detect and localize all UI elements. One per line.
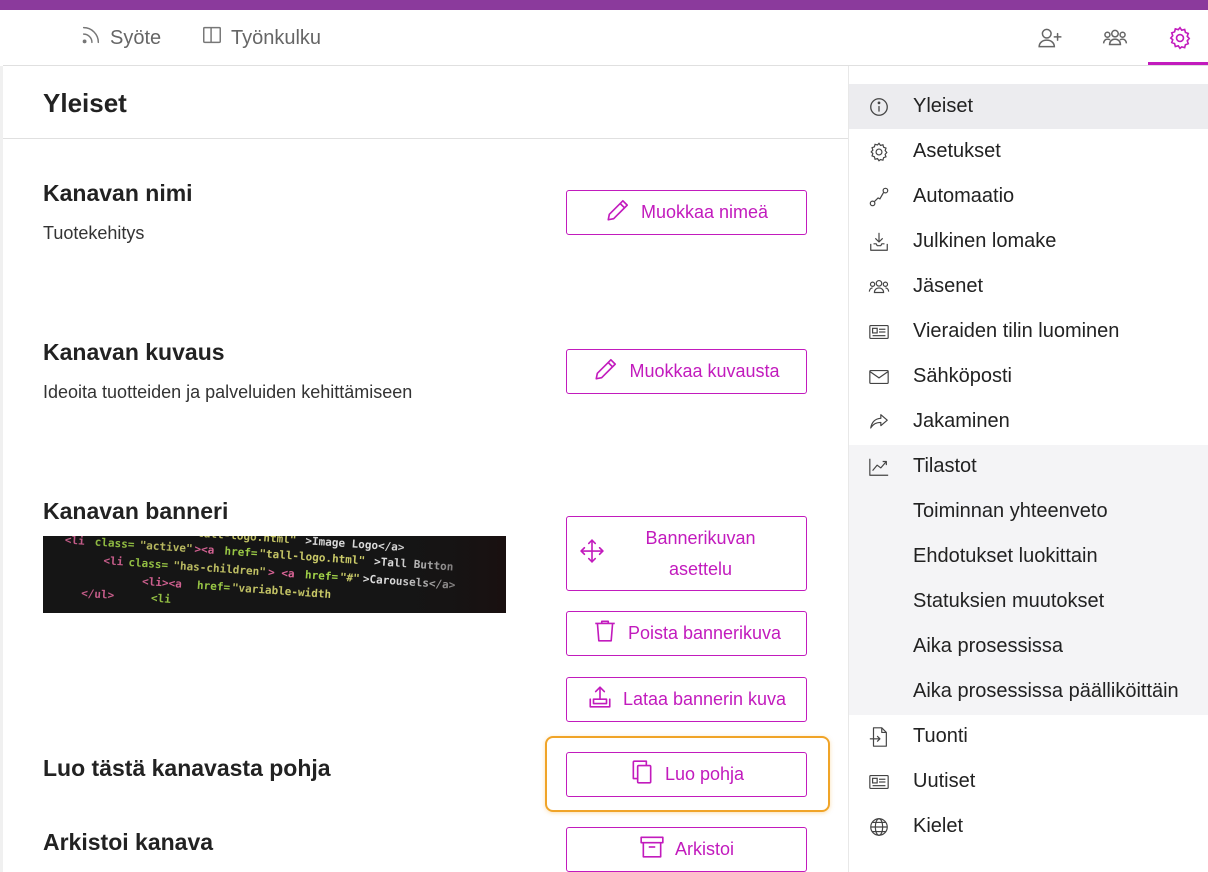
trash-icon: [592, 618, 618, 649]
archive-button[interactable]: Arkistoi: [566, 827, 807, 872]
sidebar-item-label: Tilastot: [913, 455, 977, 477]
sidebar-item-time-in-process[interactable]: Aika prosessissa: [849, 624, 1208, 669]
sidebar-item-label: Jäsenet: [913, 275, 984, 297]
edit-name-label: Muokkaa nimeä: [640, 202, 769, 222]
id-card-icon: [867, 320, 891, 344]
sidebar-item-label: Toiminnan yhteenveto: [913, 500, 1108, 522]
sidebar-item-ideas-by-category[interactable]: Ehdotukset luokittain: [849, 534, 1208, 579]
members-icon: [867, 275, 891, 299]
info-icon: [867, 95, 891, 119]
delete-banner-button[interactable]: Poista bannerikuva: [566, 611, 807, 656]
archive-label: Arkistoi: [674, 839, 734, 859]
copy-icon: [629, 759, 655, 790]
tab-feed-label: Syöte: [110, 26, 162, 49]
settings-sidebar: Yleiset Asetukset Automaatio Julkinen lo…: [848, 66, 1208, 872]
create-template-label: Luo pohja: [664, 764, 745, 784]
sidebar-item-label: Julkinen lomake: [913, 230, 1057, 252]
sidebar-item-automation[interactable]: Automaatio: [849, 174, 1208, 219]
sidebar-item-activity-summary[interactable]: Toiminnan yhteenveto: [849, 489, 1208, 534]
upload-banner-button[interactable]: Lataa bannerin kuva: [566, 677, 807, 722]
archive-channel-title: Arkistoi kanava: [43, 829, 214, 855]
sidebar-item-general[interactable]: Yleiset: [849, 84, 1208, 129]
globe-icon: [867, 815, 891, 839]
top-navigation: Syöte Työnkulku: [3, 10, 1208, 66]
sidebar-item-label: Uutiset: [913, 770, 976, 792]
pencil-icon: [593, 356, 619, 387]
edit-description-label: Muokkaa kuvausta: [629, 361, 780, 381]
sidebar-item-label: Aika prosessissa päälliköittäin: [913, 680, 1179, 702]
sidebar-item-members[interactable]: Jäsenet: [849, 264, 1208, 309]
create-template-title: Luo tästä kanavasta pohja: [43, 755, 331, 781]
sidebar-item-label: Automaatio: [913, 185, 1015, 207]
sidebar-item-label: Aika prosessissa: [913, 635, 1064, 657]
settings-active-indicator: [1148, 62, 1208, 65]
sidebar-item-label: Ehdotukset luokittain: [913, 545, 1098, 567]
automation-icon: [867, 185, 891, 209]
upload-icon: [587, 684, 613, 715]
share-arrow-icon: [867, 410, 891, 434]
inbox-download-icon: [867, 230, 891, 254]
chart-line-icon: [867, 455, 891, 479]
delete-banner-label: Poista bannerikuva: [627, 623, 782, 643]
sidebar-item-email[interactable]: Sähköposti: [849, 354, 1208, 399]
edit-description-button[interactable]: Muokkaa kuvausta: [566, 349, 807, 394]
banner-image: </a> <a href= "tall-logo.html" >Image Lo…: [43, 536, 506, 613]
newspaper-icon: [867, 770, 891, 794]
channel-name-title: Kanavan nimi: [43, 180, 193, 206]
board-columns-icon: [201, 24, 223, 52]
tab-feed[interactable]: Syöte: [80, 24, 161, 52]
sidebar-item-guest-accounts[interactable]: Vieraiden tilin luominen: [849, 309, 1208, 354]
channel-description-title: Kanavan kuvaus: [43, 339, 225, 365]
mail-icon: [867, 365, 891, 389]
edit-name-button[interactable]: Muokkaa nimeä: [566, 190, 807, 235]
sidebar-item-sharing[interactable]: Jakaminen: [849, 399, 1208, 444]
page-title: Yleiset: [43, 88, 127, 118]
sidebar-item-label: Jakaminen: [913, 410, 1010, 432]
sidebar-item-label: Asetukset: [913, 140, 1001, 162]
archive-box-icon: [639, 834, 665, 865]
tab-workflow-label: Työnkulku: [231, 26, 322, 49]
move-arrows-icon: [579, 538, 605, 569]
banner-layout-label: Bannerikuvan asettelu: [645, 527, 756, 579]
sidebar-item-label: Vieraiden tilin luominen: [913, 320, 1120, 342]
sidebar-item-time-in-process-by-manager[interactable]: Aika prosessissa päälliköittäin: [849, 669, 1208, 714]
channel-description-value: Ideoita tuotteiden ja palveluiden kehitt…: [43, 382, 413, 402]
sidebar-item-label: Statuksien muutokset: [913, 590, 1105, 612]
rss-feed-icon: [80, 24, 102, 52]
sidebar-item-statistics[interactable]: Tilastot: [849, 444, 1208, 489]
sidebar-item-label: Kielet: [913, 815, 964, 837]
main-header: Yleiset: [3, 66, 848, 139]
sidebar-item-import[interactable]: Tuonti: [849, 714, 1208, 759]
sidebar-item-label: Tuonti: [913, 725, 968, 747]
sidebar-item-languages[interactable]: Kielet: [849, 804, 1208, 849]
members-group-icon[interactable]: [1099, 22, 1131, 54]
create-template-button[interactable]: Luo pohja: [566, 752, 807, 797]
pencil-icon: [605, 197, 631, 228]
import-file-icon: [867, 725, 891, 749]
channel-banner-title: Kanavan banneri: [43, 498, 229, 524]
sidebar-item-label: Sähköposti: [913, 365, 1012, 387]
sidebar-item-label: Yleiset: [913, 95, 974, 117]
tab-workflow[interactable]: Työnkulku: [201, 24, 321, 52]
sidebar-item-status-changes[interactable]: Statuksien muutokset: [849, 579, 1208, 624]
top-accent-bar: [0, 0, 1208, 10]
sidebar-item-public-form[interactable]: Julkinen lomake: [849, 219, 1208, 264]
add-user-icon[interactable]: [1034, 22, 1066, 54]
sidebar-item-settings[interactable]: Asetukset: [849, 129, 1208, 174]
main-panel: Yleiset Kanavan nimi Tuotekehitys Muokka…: [3, 66, 848, 872]
sidebar-item-news[interactable]: Uutiset: [849, 759, 1208, 804]
channel-name-value: Tuotekehitys: [43, 223, 145, 243]
banner-layout-button[interactable]: Bannerikuvan asettelu: [566, 516, 807, 591]
upload-banner-label: Lataa bannerin kuva: [622, 689, 787, 709]
settings-gear-icon[interactable]: [1164, 22, 1196, 54]
gear-icon: [867, 140, 891, 164]
